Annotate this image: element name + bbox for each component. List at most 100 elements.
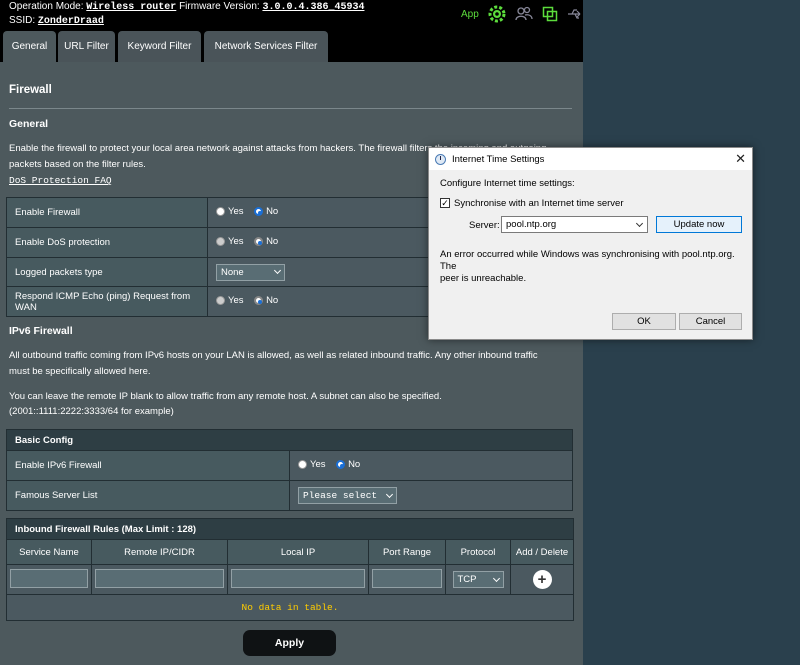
select-value: Please select: [303, 490, 378, 501]
row-famous-server-list: Famous Server List Please select: [6, 480, 573, 511]
radio-button[interactable]: [254, 237, 264, 246]
radio-label: No: [266, 295, 279, 306]
radio-no-enable-dos[interactable]: No: [254, 236, 278, 247]
radio-no-respond-icmp[interactable]: No: [254, 295, 278, 306]
ipv6-desc2-line-2: (2001::1111:2222:3333/64 for example): [9, 406, 174, 417]
inbound-title: Inbound Firewall Rules (Max Limit : 128): [5, 518, 575, 540]
basic-config-table: Basic Config Enable IPv6 Firewall Yes No…: [6, 429, 573, 511]
cell-service-name-input: [6, 564, 92, 595]
radio-label: Yes: [310, 459, 326, 470]
tab-keyword-filter[interactable]: Keyword Filter: [118, 31, 201, 62]
tab-url-filter[interactable]: URL Filter: [58, 31, 115, 62]
chevron-down-icon: [492, 574, 500, 582]
label-enable-ipv6-firewall: Enable IPv6 Firewall: [6, 450, 290, 481]
chevron-down-icon: [273, 266, 282, 275]
inbound-columns-row: Service Name Remote IP/CIDR Local IP Por…: [6, 539, 575, 565]
app-link[interactable]: App: [461, 9, 479, 20]
service-name-input[interactable]: [10, 568, 88, 588]
server-value: pool.ntp.org: [506, 219, 557, 230]
protocol-select[interactable]: TCP: [452, 571, 504, 588]
cell-enable-ipv6-firewall: Yes No: [289, 450, 573, 481]
inbound-header-row: Inbound Firewall Rules (Max Limit : 128): [5, 518, 575, 540]
col-protocol: Protocol: [445, 539, 511, 565]
port-range-input[interactable]: [372, 568, 442, 588]
dialog-body: Configure Internet time settings: ✓ Sync…: [429, 170, 752, 339]
radio-yes-enable-firewall[interactable]: Yes: [216, 206, 244, 217]
radio-button[interactable]: [216, 296, 225, 305]
page-title: Firewall: [9, 84, 52, 96]
radio-button[interactable]: [216, 237, 225, 246]
col-service-name: Service Name: [6, 539, 92, 565]
ipv6-desc1-line-1: All outbound traffic coming from IPv6 ho…: [9, 350, 538, 361]
ssid-link[interactable]: ZonderDraad: [38, 16, 104, 27]
radio-button[interactable]: [298, 460, 307, 469]
close-icon[interactable]: ✕: [735, 151, 746, 166]
tab-general[interactable]: General: [3, 31, 56, 62]
operation-mode: Operation Mode: Wireless router Firmware…: [9, 0, 364, 14]
ipv6-description-1: All outbound traffic coming from IPv6 ho…: [9, 348, 574, 379]
row-enable-ipv6-firewall: Enable IPv6 Firewall Yes No: [6, 450, 573, 481]
select-value: None: [221, 266, 244, 278]
inbound-rules-table: Inbound Firewall Rules (Max Limit : 128)…: [5, 518, 575, 621]
ipv6-heading: IPv6 Firewall: [9, 325, 73, 337]
cell-port-range-input: [368, 564, 446, 595]
dialog-title: Internet Time Settings: [452, 153, 545, 165]
error-line-2: peer is unreachable.: [440, 273, 527, 284]
radio-no-enable-firewall[interactable]: No: [254, 206, 278, 217]
tab-network-services-filter[interactable]: Network Services Filter: [204, 31, 328, 62]
gear-icon[interactable]: [488, 5, 506, 23]
chevron-down-icon: [385, 490, 394, 498]
ipv6-desc2-line-1: You can leave the remote IP blank to all…: [9, 391, 442, 402]
select-value: TCP: [457, 574, 477, 585]
radio-label: No: [266, 206, 279, 217]
no-data-message: No data in table.: [5, 594, 575, 621]
radio-button[interactable]: [254, 296, 264, 305]
error-line-1: An error occurred while Windows was sync…: [440, 249, 735, 272]
users-icon[interactable]: [515, 6, 533, 22]
sync-checkbox[interactable]: ✓: [440, 198, 450, 208]
copy-icon[interactable]: [542, 6, 558, 22]
radio-yes-ipv6-firewall[interactable]: Yes: [298, 459, 326, 470]
col-port-range: Port Range: [368, 539, 446, 565]
cell-add-button: +: [509, 564, 575, 595]
operation-mode-link[interactable]: Wireless router: [86, 2, 176, 13]
label-enable-firewall: Enable Firewall: [6, 197, 208, 228]
update-now-button[interactable]: Update now: [656, 216, 742, 233]
radio-label: Yes: [228, 206, 244, 217]
label-famous-server-list: Famous Server List: [6, 480, 290, 511]
radio-label: Yes: [228, 236, 244, 247]
ok-button[interactable]: OK: [612, 313, 676, 330]
logged-packets-select[interactable]: None: [216, 263, 285, 281]
usb-icon[interactable]: [567, 8, 583, 20]
radio-no-ipv6-firewall[interactable]: No: [336, 459, 360, 470]
col-remote-ip: Remote IP/CIDR: [91, 539, 228, 565]
server-combobox[interactable]: pool.ntp.org: [501, 216, 648, 233]
internet-time-dialog: Internet Time Settings ✕ Configure Inter…: [428, 147, 753, 340]
ssid: SSID: ZonderDraad: [9, 14, 104, 28]
plus-icon: +: [537, 571, 547, 588]
radio-yes-respond-icmp[interactable]: Yes: [216, 295, 244, 306]
radio-label: No: [348, 459, 361, 470]
remote-ip-input[interactable]: [95, 568, 224, 588]
radio-label: Yes: [228, 295, 244, 306]
radio-button[interactable]: [336, 460, 346, 469]
error-message: An error occurred while Windows was sync…: [440, 249, 750, 285]
ipv6-desc1-line-2: must be specifically allowed here.: [9, 365, 151, 377]
famous-server-select[interactable]: Please select: [298, 487, 397, 504]
top-icons: App: [461, 4, 583, 24]
col-local-ip: Local IP: [227, 539, 369, 565]
title-divider: [9, 108, 572, 109]
local-ip-input[interactable]: [231, 568, 365, 588]
firmware-link[interactable]: 3.0.0.4.386_45934: [262, 2, 364, 13]
add-rule-button[interactable]: +: [532, 570, 552, 589]
dos-protection-faq-link[interactable]: DoS Protection FAQ: [9, 175, 112, 186]
radio-button[interactable]: [254, 207, 264, 216]
sync-label: Synchronise with an Internet time server: [454, 198, 624, 209]
cell-famous-server-list: Please select: [289, 480, 573, 511]
dialog-titlebar: Internet Time Settings: [429, 148, 752, 170]
apply-button[interactable]: Apply: [243, 630, 336, 656]
chevron-down-icon: [635, 219, 644, 228]
radio-button[interactable]: [216, 207, 225, 216]
cancel-button[interactable]: Cancel: [679, 313, 742, 330]
radio-yes-enable-dos[interactable]: Yes: [216, 236, 244, 247]
